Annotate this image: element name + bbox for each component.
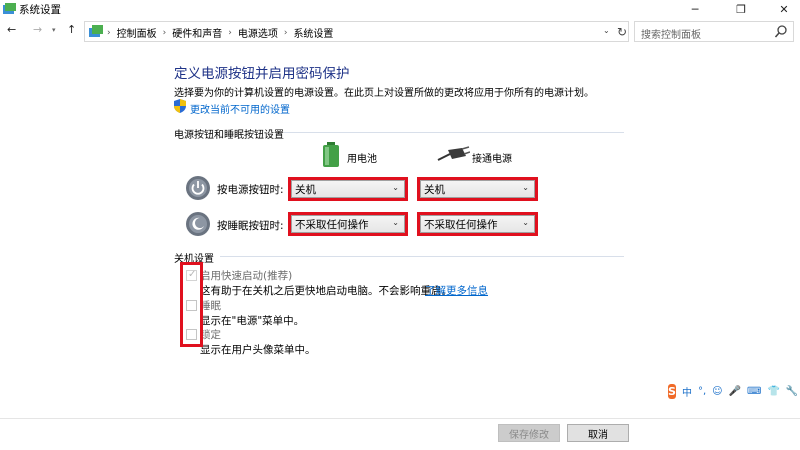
page-description: 选择要为你的计算机设置的电源设置。在此页上对设置所做的更改将应用于你所有的电源计… — [174, 88, 594, 99]
search-input[interactable]: 搜索控制面板 — [641, 26, 701, 41]
ime-tools-icon[interactable]: 🔧 — [786, 386, 798, 397]
minimize-button[interactable]: ─ — [675, 0, 715, 19]
section-label-buttons: 电源按钮和睡眠按钮设置 — [174, 130, 284, 141]
ime-chinese-mode[interactable]: 中 — [682, 384, 692, 399]
sleep-description: 显示在"电源"菜单中。 — [200, 315, 305, 327]
breadcrumb-separator: › — [228, 27, 232, 38]
sleep-label: 睡眠 — [200, 300, 221, 312]
highlight-box — [288, 212, 408, 236]
battery-icon — [323, 142, 339, 167]
highlight-box — [180, 262, 203, 347]
breadcrumb-separator: › — [162, 27, 167, 38]
recent-locations-button[interactable]: ▾ — [52, 26, 56, 34]
lock-description: 显示在用户头像菜单中。 — [200, 344, 316, 356]
search-box[interactable]: 搜索控制面板 — [634, 21, 794, 42]
sleep-button-label: 按睡眠按钮时: — [217, 220, 284, 232]
window-title: 系统设置 — [19, 4, 61, 16]
plug-icon — [437, 146, 470, 161]
power-button-icon — [186, 176, 210, 200]
footer-divider — [0, 418, 800, 419]
page-title: 定义电源按钮并启用密码保护 — [174, 66, 350, 82]
title-bar: 系统设置 ─ ❐ ✕ — [0, 0, 800, 19]
section-divider — [284, 132, 624, 133]
ime-microphone-icon[interactable]: 🎤 — [729, 386, 741, 397]
address-bar[interactable]: › 控制面板 › 硬件和声音 › 电源选项 › 系统设置 ⌄ — [84, 21, 629, 42]
back-button[interactable]: ← — [7, 23, 16, 36]
highlight-box — [288, 177, 408, 201]
ime-skin-icon[interactable]: 👕 — [767, 386, 779, 397]
breadcrumb-separator: › — [283, 27, 288, 38]
ime-keyboard-icon[interactable]: ⌨ — [747, 386, 761, 397]
cancel-button[interactable]: 取消 — [567, 424, 629, 442]
ime-emoji-icon[interactable]: ☺ — [712, 386, 722, 397]
close-button[interactable]: ✕ — [764, 0, 800, 19]
control-panel-icon — [3, 3, 16, 14]
lock-label: 锁定 — [200, 329, 221, 341]
highlight-box — [417, 177, 538, 201]
breadcrumb-separator: › — [107, 27, 111, 38]
refresh-button[interactable]: ↻ — [614, 22, 630, 41]
breadcrumb-hardware-sound[interactable]: 硬件和声音 — [172, 25, 222, 40]
column-header-plugged-in: 接通电源 — [472, 154, 512, 165]
search-icon[interactable] — [775, 25, 787, 38]
maximize-button[interactable]: ❐ — [721, 0, 761, 19]
breadcrumb-power-options[interactable]: 电源选项 — [238, 25, 278, 40]
save-changes-button[interactable]: 保存修改 — [498, 424, 560, 442]
fast-startup-label: 启用快速启动(推荐) — [200, 270, 293, 282]
sleep-button-icon — [186, 212, 210, 236]
shield-icon — [174, 99, 186, 113]
fast-startup-description: 这有助于在关机之后更快地启动电脑。不会影响重启。 — [200, 285, 452, 297]
section-divider — [220, 256, 624, 257]
control-panel-icon — [89, 25, 103, 37]
address-dropdown-icon[interactable]: ⌄ — [603, 26, 610, 35]
breadcrumb-system-settings[interactable]: 系统设置 — [293, 25, 333, 40]
highlight-box — [417, 212, 538, 236]
sogou-logo-icon[interactable]: S — [668, 383, 676, 399]
ime-toolbar[interactable]: S 中 °, ☺ 🎤 ⌨ 👕 🔧 — [668, 381, 798, 401]
breadcrumb-control-panel[interactable]: 控制面板 — [117, 25, 157, 40]
forward-button[interactable]: → — [33, 23, 42, 36]
up-button[interactable]: ↑ — [67, 23, 76, 36]
power-button-label: 按电源按钮时: — [217, 184, 284, 196]
learn-more-link[interactable]: 了解更多信息 — [425, 283, 488, 298]
change-unavailable-settings-link[interactable]: 更改当前不可用的设置 — [190, 101, 290, 116]
column-header-battery: 用电池 — [347, 154, 377, 165]
breadcrumb: › 控制面板 › 硬件和声音 › 电源选项 › 系统设置 — [107, 25, 333, 41]
ime-punctuation-icon[interactable]: °, — [698, 386, 706, 397]
